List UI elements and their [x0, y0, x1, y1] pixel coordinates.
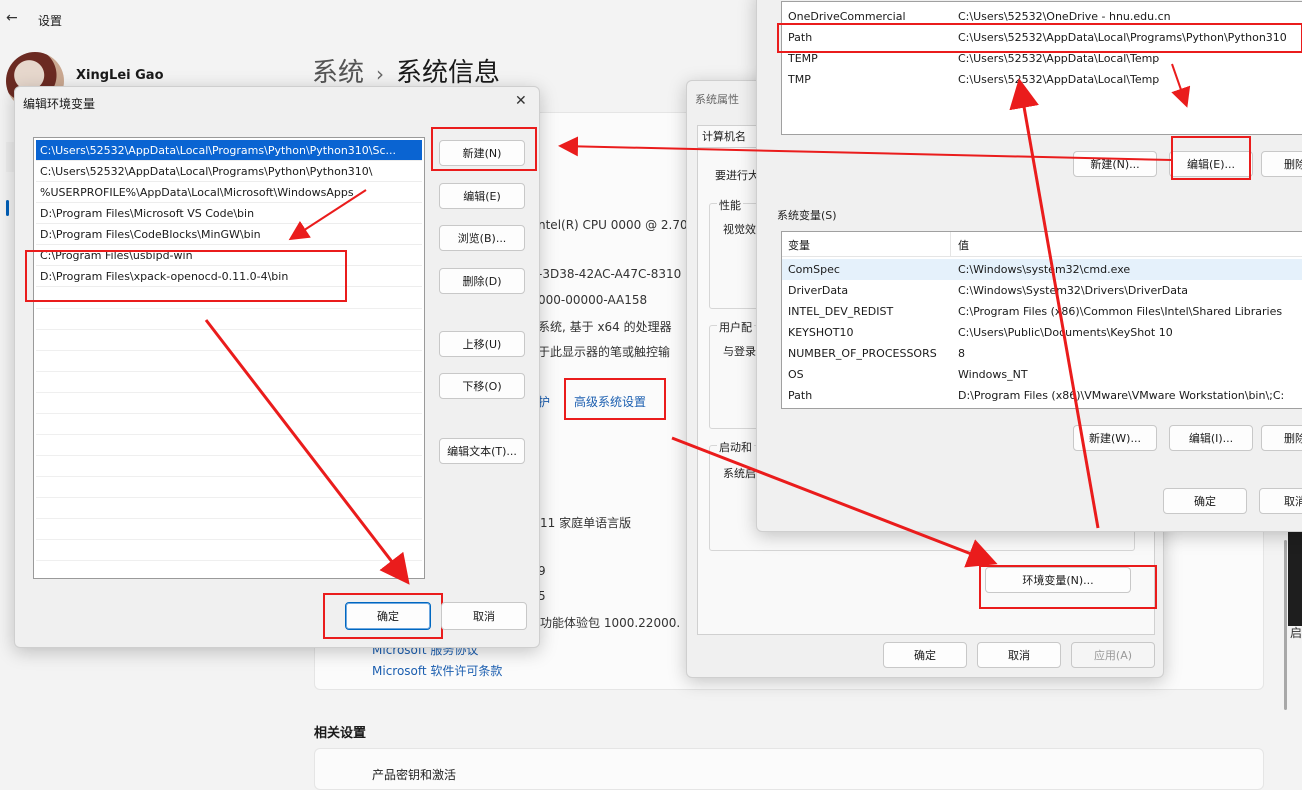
arrow-to-ok-button — [204, 319, 410, 585]
arrow-to-new-button — [558, 136, 1173, 161]
arrow-to-env-button — [671, 436, 998, 568]
arrow-to-path-row — [1009, 78, 1100, 529]
arrow-to-new-paths — [288, 189, 367, 241]
annotation-arrows — [204, 63, 1191, 585]
arrow-to-edit-button — [1171, 63, 1191, 108]
